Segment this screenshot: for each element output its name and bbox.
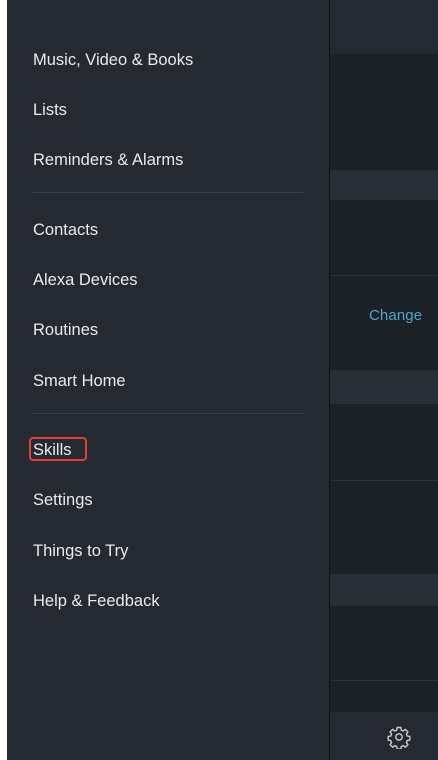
- change-link[interactable]: Change: [369, 307, 422, 324]
- menu-item-help-feedback[interactable]: Help & Feedback: [33, 590, 160, 612]
- menu-item-contacts[interactable]: Contacts: [33, 219, 98, 241]
- menu-item-reminders-alarms[interactable]: Reminders & Alarms: [33, 149, 183, 171]
- menu-item-music-video-books[interactable]: Music, Video & Books: [33, 49, 193, 71]
- app-screen: Change Music, Video & Books Lists Remind…: [7, 0, 438, 760]
- menu-item-skills[interactable]: Skills: [33, 439, 72, 461]
- drawer-edge: [329, 0, 330, 760]
- menu-item-settings[interactable]: Settings: [33, 489, 93, 511]
- menu-item-lists[interactable]: Lists: [33, 99, 67, 121]
- menu-item-things-to-try[interactable]: Things to Try: [33, 540, 128, 562]
- menu-item-routines[interactable]: Routines: [33, 319, 98, 341]
- bg-row-divider: [327, 480, 438, 481]
- menu-divider: [33, 192, 303, 193]
- menu-divider: [33, 413, 303, 414]
- navigation-drawer: Music, Video & Books Lists Reminders & A…: [7, 0, 329, 760]
- bg-row-divider: [327, 275, 438, 276]
- gear-icon[interactable]: [387, 725, 411, 750]
- menu-item-alexa-devices[interactable]: Alexa Devices: [33, 269, 138, 291]
- bg-row-divider: [327, 680, 438, 681]
- menu-item-smart-home[interactable]: Smart Home: [33, 370, 126, 392]
